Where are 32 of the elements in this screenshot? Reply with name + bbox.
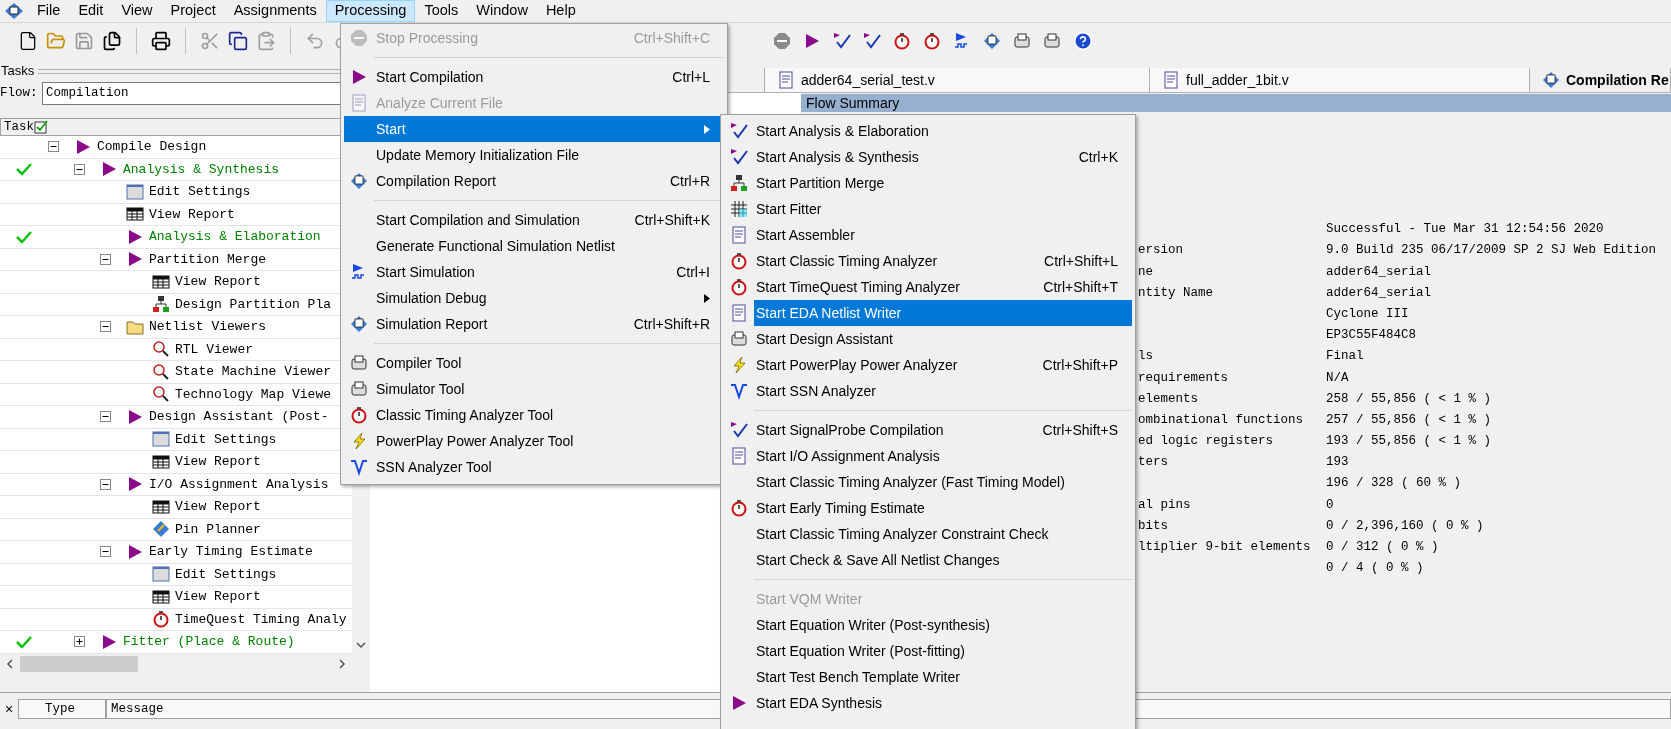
summary-value: 193 / 55,856 ( < 1 % ): [1326, 433, 1492, 451]
summary-value: 193: [1326, 454, 1349, 472]
summary-value: 258 / 55,856 ( < 1 % ): [1326, 390, 1492, 408]
summary-label: ne: [1138, 264, 1153, 279]
summary-value: 196 / 328 ( 60 % ): [1326, 475, 1462, 493]
summary-value: adder64_serial: [1326, 263, 1432, 281]
summary-value: 0 / 4 ( 0 % ): [1326, 560, 1424, 578]
summary-value: 0 / 312 ( 0 % ): [1326, 539, 1439, 557]
summary-label: ersion: [1138, 243, 1183, 258]
summary-label: requirements: [1138, 370, 1228, 385]
summary-label: ters: [1138, 455, 1168, 470]
summary-label: elements: [1138, 391, 1198, 406]
summary-value: 0: [1326, 496, 1334, 514]
summary-label: al pins: [1138, 497, 1191, 512]
summary-label: ls: [1138, 349, 1153, 364]
summary-value: adder64_serial: [1326, 284, 1432, 302]
summary-label: ed logic registers: [1138, 434, 1274, 449]
summary-value: 9.0 Build 235 06/17/2009 SP 2 SJ Web Edition: [1326, 242, 1657, 260]
summary-value: 0 / 2,396,160 ( 0 % ): [1326, 517, 1484, 535]
summary-value: Final: [1326, 348, 1364, 366]
summary-value: 257 / 55,856 ( < 1 % ): [1326, 411, 1492, 429]
summary-value: EP3C55F484C8: [1326, 327, 1416, 345]
field-label: Flow:: [0, 84, 39, 102]
summary-label: bits: [1138, 518, 1168, 533]
summary-value: Cyclone III: [1326, 305, 1409, 323]
summary-value: Successful - Tue Mar 31 12:54:56 2020: [1326, 221, 1604, 239]
summary-value: N/A: [1326, 369, 1349, 387]
summary-label: ombinational functions: [1138, 412, 1304, 427]
section-header: Flow Summary: [801, 94, 1671, 112]
summary-label: ltiplier 9-bit elements: [1138, 540, 1311, 555]
panel-title: Tasks: [0, 62, 35, 81]
summary-label: ntity Name: [1138, 285, 1213, 300]
